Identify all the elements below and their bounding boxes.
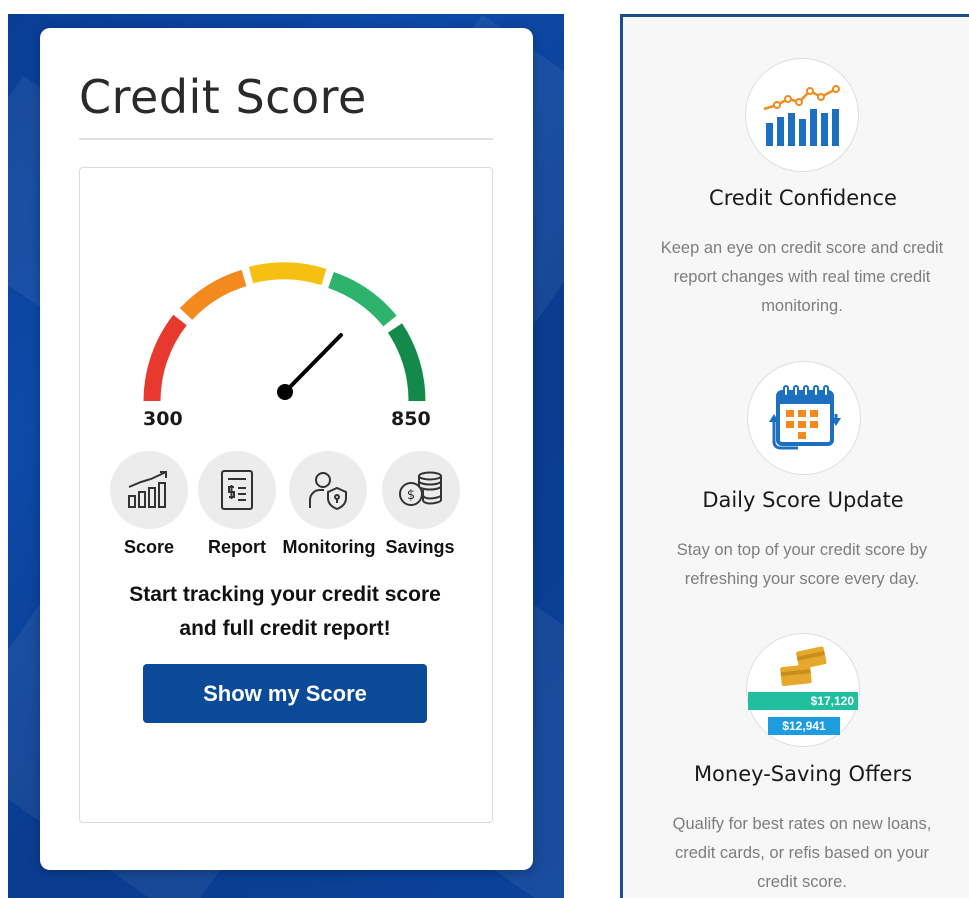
gauge-segment-red: [143, 314, 187, 402]
feature-report: [198, 451, 276, 529]
benefit-desc-money-saving-offers: Qualify for best rates on new loans, cre…: [632, 810, 969, 897]
credit-gauge: [143, 262, 426, 402]
tagline-line-1: Start tracking your credit score: [129, 583, 441, 606]
desc-line: report changes with real time credit: [673, 268, 931, 286]
gauge-segment-dark-green: [387, 323, 426, 402]
title-divider: [79, 138, 493, 140]
desc-line: credit score.: [757, 873, 847, 891]
gauge-segment-light-green: [328, 271, 397, 327]
benefit-title-credit-confidence: Credit Confidence: [709, 186, 897, 210]
svg-text:$: $: [407, 488, 415, 503]
feature-label-savings: Savings: [385, 537, 455, 557]
desc-line: credit cards, or refis based on your: [674, 844, 930, 862]
desc-line: monitoring.: [761, 297, 843, 315]
desc-line: Qualify for best rates on new loans,: [672, 815, 932, 833]
benefit-title-money-saving-offers: Money-Saving Offers: [693, 762, 913, 786]
tagline: Start tracking your credit score and ful…: [95, 578, 475, 646]
gauge-segment-orange: [179, 269, 247, 320]
show-my-score-button[interactable]: Show my Score: [143, 664, 427, 723]
gauge-hub: [277, 384, 293, 400]
bar-chart-trend-icon: [128, 471, 167, 508]
desc-line: Keep an eye on credit score and credit: [660, 239, 944, 257]
benefit-title-daily-score-update: Daily Score Update: [702, 488, 904, 512]
desc-line: Stay on top of your credit score by: [676, 541, 928, 559]
benefit-icon-daily-score-update: [747, 361, 861, 475]
gauge-min-label: 300: [143, 408, 183, 430]
gauge-needle: [283, 333, 343, 394]
calendar-refresh-icon: [769, 385, 841, 450]
gauge-segment-yellow: [248, 262, 327, 286]
feature-label-score: Score: [123, 537, 175, 557]
feature-score: [110, 451, 188, 529]
feature-savings: $: [382, 451, 460, 529]
benefit-desc-credit-confidence: Keep an eye on credit score and credit r…: [632, 234, 969, 321]
report-document-icon: [221, 470, 253, 510]
feature-label-report: Report: [208, 537, 266, 557]
person-shield-icon: [309, 472, 347, 511]
desc-line: refreshing your score every day.: [684, 570, 920, 588]
chart-trend-icon: [763, 85, 840, 146]
amount-low: $12,941: [768, 717, 840, 735]
coins-stack-icon: $: [399, 471, 442, 506]
gauge-max-label: 850: [391, 408, 431, 430]
benefit-icon-credit-confidence: [745, 58, 859, 172]
amount-high: $17,120: [748, 692, 858, 710]
feature-monitoring: [289, 451, 367, 529]
benefit-desc-daily-score-update: Stay on top of your credit score by refr…: [632, 536, 969, 594]
card-title: Credit Score: [79, 70, 367, 124]
feature-label-monitoring: Monitoring: [282, 537, 376, 557]
tagline-line-2: and full credit report!: [179, 617, 391, 640]
